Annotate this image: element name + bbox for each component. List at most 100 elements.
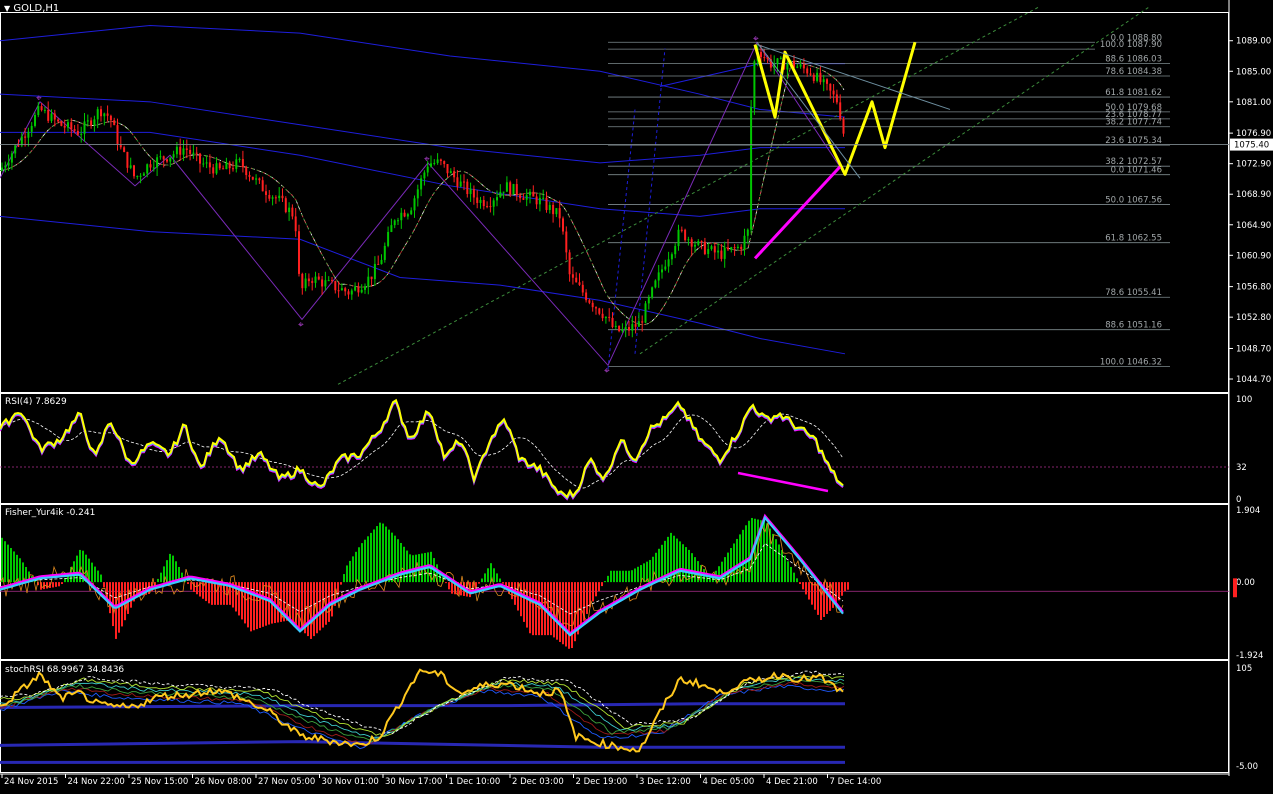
fisher-histogram-bar [787, 561, 789, 583]
fisher-histogram-bar [52, 582, 54, 588]
fisher-histogram-bar [778, 544, 780, 583]
fisher-label: Fisher_Yur4ik -0.241 [5, 508, 96, 518]
candle-body [10, 153, 13, 163]
candle-body [637, 321, 640, 327]
fisher-histogram-bar [535, 582, 537, 636]
candle-body [496, 197, 498, 201]
price-tick-label: 1072.90 [1236, 160, 1271, 170]
triangle-down-icon[interactable]: ▼ [4, 4, 10, 13]
candle-body [380, 259, 383, 265]
candle-body [258, 178, 261, 181]
candle-body [397, 220, 399, 222]
candle-body [819, 72, 822, 83]
candle-body [664, 266, 667, 270]
fisher-histogram-bar [307, 582, 309, 637]
candle-body [96, 109, 99, 120]
candle-body [598, 308, 601, 314]
fisher-histogram-bar [499, 578, 501, 583]
candle-body [274, 197, 277, 199]
candle-body [822, 79, 825, 83]
candle-body [126, 151, 129, 168]
price-tick-label: 1044.70 [1236, 375, 1271, 385]
candle-body [156, 157, 159, 168]
envelope-line-3 [0, 24, 846, 118]
candle-body [57, 119, 60, 122]
time-tick-label: 7 Dec 14:00 [830, 777, 882, 787]
fisher-histogram-bar [685, 547, 687, 583]
candle-body [80, 133, 83, 135]
stochrsi-panel[interactable] [0, 668, 845, 764]
fisher-histogram-bar [811, 582, 813, 605]
candle-body [327, 280, 330, 282]
candle-body [76, 130, 79, 135]
fisher-histogram-bar [634, 568, 636, 583]
candle-body [34, 114, 36, 126]
candle-body [218, 163, 221, 169]
candle-body [357, 286, 360, 293]
candle-body [562, 218, 564, 232]
fisher-histogram-bar [478, 582, 480, 584]
candle-body [802, 64, 805, 69]
chart-title[interactable]: ▼ GOLD,H1 [4, 3, 59, 14]
candle-body [271, 197, 274, 199]
chart-window: 0.0 1088.80 100.0 1087.90 88.6 1086.03 78.6… [0, 0, 1273, 790]
candle-body [479, 199, 482, 203]
candle-body [674, 246, 677, 255]
chart-canvas[interactable]: 0.0 1088.80100.0 1087.9088.6 1086.0378.6… [0, 0, 1273, 790]
fisher-histogram-bar [61, 582, 63, 585]
candle-body [750, 107, 753, 230]
candle-body [463, 181, 465, 183]
fib-level-label: 38.2 1077.74 [1105, 118, 1162, 128]
candle-body [535, 196, 538, 205]
candle-body [383, 245, 386, 260]
candle-body [532, 191, 535, 197]
fisher-histogram-bar [64, 578, 66, 583]
candle-body [753, 61, 756, 108]
candle-body [30, 125, 33, 132]
panel-frames [0, 0, 1230, 776]
candle-body [370, 276, 373, 280]
time-tick-label: 4 Dec 21:00 [766, 777, 818, 787]
candle-body [740, 246, 743, 250]
fisher-histogram-bar [346, 565, 348, 583]
price-panel[interactable]: 0.0 1088.80100.0 1087.9088.6 1086.0378.6… [0, 5, 1229, 385]
candle-body [288, 207, 291, 213]
fisher-histogram-bar [115, 582, 117, 639]
candle-body [311, 281, 314, 283]
candle-body [17, 145, 20, 147]
candle-body [430, 163, 432, 167]
rsi-level-label: 32 [1236, 463, 1247, 473]
candle-body [70, 122, 73, 130]
fisher-histogram-bar [292, 582, 294, 622]
rsi-panel[interactable] [0, 398, 1229, 501]
fisher-histogram-bar [628, 570, 630, 583]
fisher-histogram-bar [109, 582, 111, 614]
zigzag-line [0, 41, 846, 367]
candle-body [443, 161, 446, 165]
candle-body [581, 284, 584, 293]
fisher-histogram-bar [364, 539, 366, 583]
fisher-histogram-bar [190, 582, 192, 590]
candle-body [248, 175, 251, 177]
candle-body [611, 317, 614, 328]
fisher-histogram-bar [1, 537, 3, 583]
candle-body [697, 241, 700, 245]
candle-body [222, 168, 225, 170]
candle-body [548, 204, 551, 211]
fisher-histogram-bar [4, 541, 6, 583]
rsi-level-label: 100 [1236, 395, 1252, 405]
candle-body [116, 125, 119, 145]
candle-body [192, 152, 195, 154]
fisher-histogram-bar [310, 582, 312, 639]
fisher-histogram-bar [379, 522, 381, 583]
swing-marker-icon: ⌖ [753, 33, 759, 44]
candle-body [284, 198, 287, 213]
candle-body [93, 119, 96, 126]
candle-body [654, 280, 657, 288]
fisher-panel[interactable] [0, 513, 1229, 649]
candle-body [826, 79, 828, 84]
fib-level-label: 100.0 1087.90 [1100, 40, 1162, 50]
fisher-histogram-bar [493, 568, 495, 583]
price-tick-label: 1076.90 [1236, 129, 1271, 139]
fisher-histogram-bar [658, 548, 660, 583]
